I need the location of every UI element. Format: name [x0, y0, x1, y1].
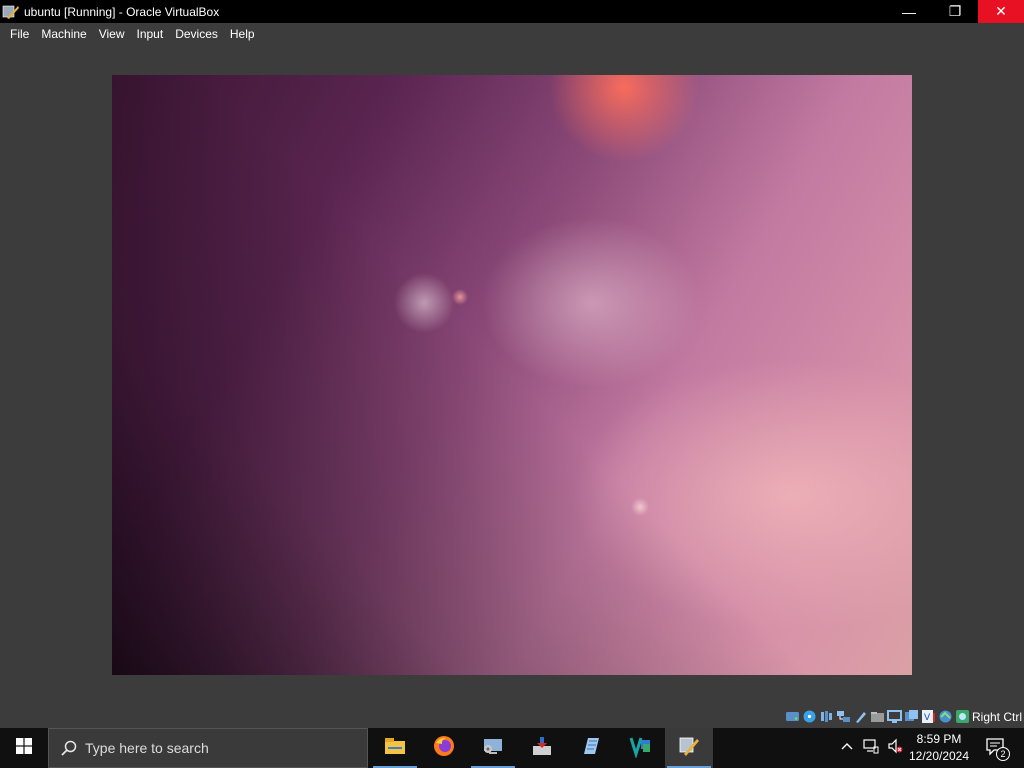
network-icon[interactable]: [836, 709, 851, 724]
shared-folders-icon[interactable]: [870, 709, 885, 724]
hard-disk-icon[interactable]: [785, 709, 800, 724]
host-key-label: Right Ctrl: [971, 710, 1022, 724]
mouse-integration-icon[interactable]: [955, 709, 970, 724]
control-panel-icon: [481, 734, 505, 763]
search-placeholder: Type here to search: [85, 740, 209, 756]
vm-display-area: [0, 45, 1024, 705]
notification-count-badge: 2: [996, 747, 1010, 761]
usb-icon[interactable]: [853, 709, 868, 724]
minimize-icon: —: [902, 3, 916, 20]
vs-code-icon: [628, 734, 652, 763]
taskbar-installer[interactable]: [518, 728, 566, 768]
clock-time: 8:59 PM: [916, 732, 962, 746]
windows-logo-icon: [16, 737, 32, 759]
restore-button[interactable]: ❐: [932, 0, 978, 23]
menu-machine[interactable]: Machine: [35, 23, 92, 45]
firefox-icon: [432, 734, 456, 763]
vm-status-bar: V Right Ctrl: [0, 705, 1024, 728]
capture-icon[interactable]: [938, 709, 953, 724]
volume-muted-icon: [887, 738, 903, 759]
menu-file[interactable]: File: [4, 23, 35, 45]
volume-tray-button[interactable]: [884, 728, 906, 768]
taskbar: Type here to search 8:59 PM 12/20/2024 2: [0, 728, 1024, 768]
taskbar-control-panel[interactable]: [469, 728, 517, 768]
close-icon: ✕: [995, 3, 1007, 19]
virtualbox-icon: [2, 3, 20, 21]
taskbar-search-box[interactable]: Type here to search: [48, 728, 368, 768]
start-button[interactable]: [0, 728, 48, 768]
display-icon[interactable]: [887, 709, 902, 724]
file-explorer-icon: [383, 734, 407, 763]
close-button[interactable]: ✕: [978, 0, 1024, 23]
window-title: ubuntu [Running] - Oracle VirtualBox: [24, 4, 220, 19]
taskbar-clock[interactable]: 8:59 PM 12/20/2024: [904, 731, 974, 765]
notepad-icon: [579, 734, 603, 763]
optical-drive-icon[interactable]: [802, 709, 817, 724]
taskbar-virtualbox[interactable]: [665, 728, 713, 768]
svg-text:V: V: [924, 713, 931, 723]
clock-date: 12/20/2024: [908, 749, 970, 763]
menu-view[interactable]: View: [93, 23, 131, 45]
guest-screen[interactable]: [112, 75, 912, 675]
taskbar-notepad[interactable]: [567, 728, 615, 768]
menu-help[interactable]: Help: [224, 23, 261, 45]
network-wired-icon: [863, 738, 879, 759]
chevron-up-icon: [840, 739, 854, 758]
menu-devices[interactable]: Devices: [169, 23, 224, 45]
minimize-button[interactable]: —: [886, 0, 932, 23]
restore-icon: ❐: [948, 3, 962, 19]
recording-icon[interactable]: [904, 709, 919, 724]
menu-input[interactable]: Input: [131, 23, 170, 45]
title-bar: ubuntu [Running] - Oracle VirtualBox — ❐…: [0, 0, 1024, 23]
installer-icon: [530, 734, 554, 763]
network-tray-button[interactable]: [860, 728, 882, 768]
search-icon: [61, 740, 77, 756]
vt-x-icon[interactable]: V: [921, 709, 936, 724]
taskbar-firefox[interactable]: [420, 728, 468, 768]
menu-bar: File Machine View Input Devices Help: [0, 23, 1024, 45]
audio-icon[interactable]: [819, 709, 834, 724]
taskbar-vs-code[interactable]: [616, 728, 664, 768]
virtualbox-icon: [677, 734, 701, 763]
taskbar-file-explorer[interactable]: [371, 728, 419, 768]
show-hidden-icons-button[interactable]: [836, 728, 858, 768]
